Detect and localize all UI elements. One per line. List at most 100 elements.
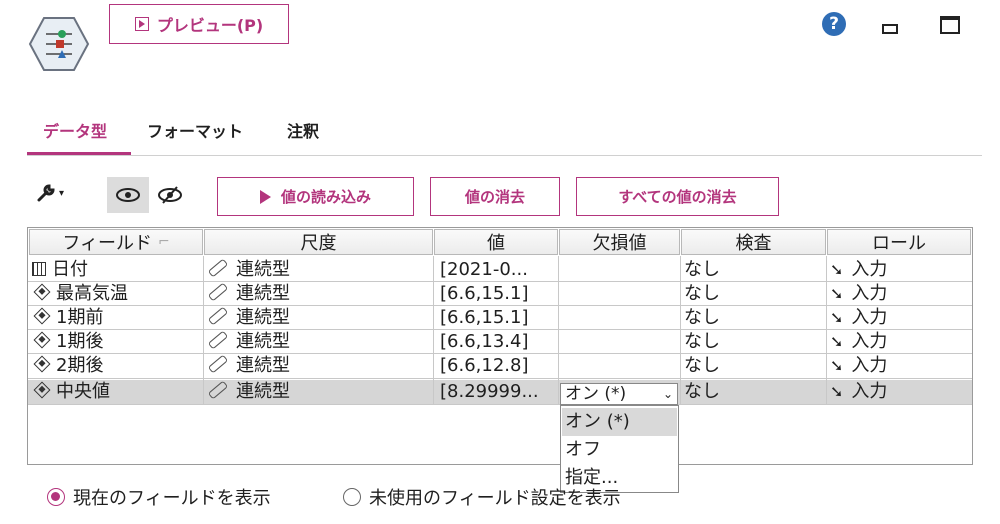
field-name: 最高気温 <box>56 283 128 304</box>
show-fields-button[interactable] <box>107 177 149 213</box>
check-cell[interactable]: なし <box>684 258 824 282</box>
minimize-icon[interactable] <box>882 24 898 34</box>
missing-cell[interactable] <box>562 258 678 282</box>
column-header-role[interactable]: ロール <box>827 229 971 255</box>
missing-cell[interactable] <box>562 306 678 330</box>
numeric-field-icon <box>33 307 51 325</box>
menu-item-off[interactable]: オフ <box>562 436 677 464</box>
tab-annotation[interactable]: 注釈 <box>287 118 319 142</box>
field-name: 1期後 <box>56 331 104 352</box>
continuous-measure-icon <box>207 306 229 326</box>
clear-all-values-label: すべての値の消去 <box>618 188 737 206</box>
measure-value: 連続型 <box>236 307 290 328</box>
role-value: 入力 <box>851 355 888 376</box>
continuous-measure-icon <box>207 380 229 400</box>
radio-unchecked-icon <box>343 488 361 506</box>
continuous-measure-icon <box>207 354 229 374</box>
wrench-icon <box>37 184 55 202</box>
input-arrow-icon: ➘ <box>830 260 844 279</box>
measure-value: 連続型 <box>236 259 290 280</box>
field-name: 中央値 <box>56 381 110 402</box>
measure-value: 連続型 <box>236 331 290 352</box>
input-arrow-icon: ➘ <box>830 382 844 401</box>
field-name: 2期後 <box>56 355 104 376</box>
input-arrow-icon: ➘ <box>830 308 844 327</box>
missing-cell[interactable] <box>562 330 678 354</box>
check-cell[interactable]: なし <box>684 354 824 378</box>
values-cell: [8.29999... <box>440 381 539 402</box>
measure-value: 連続型 <box>236 381 290 402</box>
values-cell: [6.6,12.8] <box>440 355 529 376</box>
table-row[interactable]: 1期前 連続型 [6.6,15.1] なし ➘ 入力 <box>28 306 972 330</box>
column-header-measure[interactable]: 尺度 <box>204 229 433 255</box>
check-cell[interactable]: なし <box>684 282 824 306</box>
missing-value-selected: オン (*) <box>565 384 627 404</box>
table-row-selected[interactable]: 中央値 連続型 [8.29999... なし ➘ 入力 <box>28 380 972 404</box>
check-cell[interactable]: なし <box>684 380 824 404</box>
preview-button-label: プレビュー(P) <box>156 16 264 35</box>
tab-divider <box>27 155 982 156</box>
clear-values-label: 値の消去 <box>464 188 525 206</box>
play-icon <box>134 17 149 31</box>
maximize-icon[interactable] <box>940 16 960 34</box>
values-cell: [6.6,15.1] <box>440 283 529 304</box>
radio-label: 未使用のフィールド設定を表示 <box>369 488 621 509</box>
eye-icon <box>116 188 140 202</box>
visibility-toggle-group <box>107 177 191 213</box>
clear-values-button[interactable]: 値の消去 <box>430 177 560 216</box>
play-icon <box>259 189 271 204</box>
read-values-label: 値の読み込み <box>280 188 371 206</box>
clear-all-values-button[interactable]: すべての値の消去 <box>576 177 779 216</box>
column-header-missing[interactable]: 欠損値 <box>559 229 680 255</box>
role-value: 入力 <box>851 307 888 328</box>
missing-cell[interactable] <box>562 282 678 306</box>
field-name: 日付 <box>52 259 88 280</box>
continuous-measure-icon <box>207 282 229 302</box>
tools-menu-button[interactable]: ▾ <box>36 180 72 206</box>
values-cell: [6.6,15.1] <box>440 307 529 328</box>
tab-data-type[interactable]: データ型 <box>43 118 107 142</box>
preview-button[interactable]: プレビュー(P) <box>109 4 289 44</box>
numeric-field-icon <box>33 283 51 301</box>
chevron-down-icon: ⌄ <box>662 387 673 401</box>
table-row[interactable]: 1期後 連続型 [6.6,13.4] なし ➘ 入力 <box>28 330 972 354</box>
input-arrow-icon: ➘ <box>830 332 844 351</box>
table-row[interactable]: 日付 連続型 [2021-0... なし ➘ 入力 <box>28 258 972 282</box>
check-cell[interactable]: なし <box>684 330 824 354</box>
numeric-field-icon <box>33 381 51 399</box>
check-cell[interactable]: なし <box>684 306 824 330</box>
numeric-field-icon <box>33 355 51 373</box>
missing-value-select[interactable]: オン (*) ⌄ <box>560 383 678 405</box>
input-arrow-icon: ➘ <box>830 356 844 375</box>
eye-slash-icon <box>158 186 182 204</box>
show-unused-settings-radio[interactable]: 未使用のフィールド設定を表示 <box>343 484 621 510</box>
role-value: 入力 <box>851 381 888 402</box>
hide-fields-button[interactable] <box>149 177 191 213</box>
radio-checked-icon <box>47 488 65 506</box>
tab-format[interactable]: フォーマット <box>147 118 243 142</box>
missing-cell[interactable] <box>562 354 678 378</box>
role-value: 入力 <box>851 283 888 304</box>
role-value: 入力 <box>851 331 888 352</box>
read-values-button[interactable]: 値の読み込み <box>217 177 414 216</box>
help-icon[interactable]: ? <box>822 12 846 36</box>
values-cell: [6.6,13.4] <box>440 331 529 352</box>
column-header-field[interactable]: フィールド ⌐ <box>29 229 203 255</box>
missing-value-menu: オン (*) オフ 指定... <box>560 405 679 493</box>
type-node-icon <box>28 14 90 74</box>
values-cell: [2021-0... <box>440 259 528 280</box>
numeric-field-icon <box>33 331 51 349</box>
column-header-values[interactable]: 値 <box>434 229 558 255</box>
measure-value: 連続型 <box>236 355 290 376</box>
role-value: 入力 <box>851 259 888 280</box>
radio-label: 現在のフィールドを表示 <box>73 488 271 509</box>
column-resize-icon: ⌐ <box>157 234 170 250</box>
menu-item-on[interactable]: オン (*) <box>562 408 677 436</box>
table-row[interactable]: 2期後 連続型 [6.6,12.8] なし ➘ 入力 <box>28 354 972 378</box>
column-header-check[interactable]: 検査 <box>681 229 826 255</box>
field-name: 1期前 <box>56 307 104 328</box>
show-current-fields-radio[interactable]: 現在のフィールドを表示 <box>47 484 271 510</box>
calendar-icon <box>32 262 46 276</box>
input-arrow-icon: ➘ <box>830 284 844 303</box>
table-row[interactable]: 最高気温 連続型 [6.6,15.1] なし ➘ 入力 <box>28 282 972 306</box>
